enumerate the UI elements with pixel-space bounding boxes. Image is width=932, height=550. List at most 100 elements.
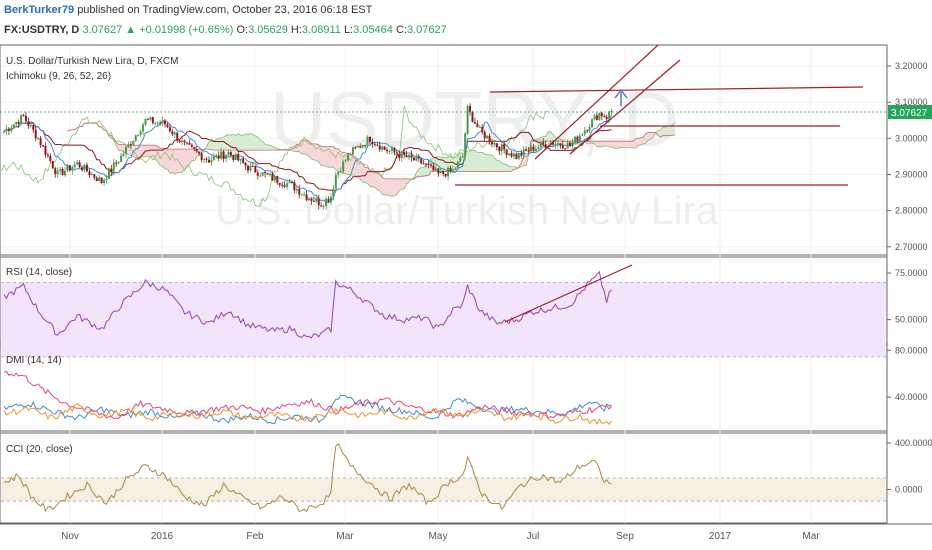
candle-body (183, 140, 186, 143)
candle-body (139, 131, 142, 135)
chart-canvas[interactable]: USDTRY, D U.S. Dollar/Turkish New Lira 7… (0, 44, 932, 550)
candle-body (7, 128, 10, 131)
candle-body (156, 122, 159, 124)
candle-body (451, 169, 454, 172)
time-axis-label: Mar (336, 531, 354, 542)
candle-body (454, 168, 457, 170)
candle-body (42, 145, 45, 147)
ichimoku-cloud-segment (623, 141, 627, 148)
candle-body (268, 173, 271, 175)
candle-body (354, 147, 357, 149)
indicator-axis-label: 80.0000 (895, 345, 928, 355)
candle-body (64, 170, 66, 176)
ichimoku-cloud-segment (484, 153, 488, 172)
candle-body (144, 118, 147, 125)
candle-body (288, 181, 291, 184)
indicator-axis-label: 0.0000 (895, 484, 923, 494)
candle-body (107, 168, 110, 180)
candle-body (603, 116, 606, 118)
indicator-band (1, 477, 886, 502)
candle-body (412, 157, 415, 161)
candle-body (525, 149, 528, 151)
candle-body (517, 153, 520, 159)
candle-body (334, 174, 337, 189)
candle-body (593, 115, 596, 120)
ichimoku-cloud-segment (174, 149, 178, 174)
author-link[interactable]: BerkTurker79 (4, 4, 74, 16)
time-axis-label: Nov (61, 531, 79, 542)
quote-line: FX:USDTRY, D 3.07627 ▲ +0.01998 (+0.65%)… (4, 24, 447, 36)
candle-body (178, 140, 181, 143)
watermark-name: U.S. Dollar/Turkish New Lira (215, 189, 719, 233)
candle-body (88, 171, 91, 176)
ichimoku-cloud-segment (479, 152, 483, 172)
candle-body (469, 106, 472, 112)
ichimoku-cloud-segment (228, 134, 231, 151)
candle-body (110, 168, 113, 172)
ichimoku-cloud-segment (477, 152, 480, 172)
candle-body (71, 167, 74, 171)
candle-body (491, 142, 493, 145)
minus-di-line (3, 370, 612, 420)
time-axis-label: May (429, 531, 448, 542)
candle-body (434, 168, 437, 171)
candle-body (142, 124, 145, 132)
candle-body (483, 131, 486, 139)
candle-body (605, 116, 608, 119)
adx-line (3, 403, 612, 426)
candle-body (273, 176, 276, 181)
candle-body (293, 182, 296, 191)
candle-body (117, 161, 120, 163)
candle-body (242, 158, 245, 163)
candle-body (308, 198, 310, 200)
candle-body (578, 135, 581, 141)
candle-body (198, 151, 201, 154)
candle-body (20, 115, 23, 124)
publish-line: BerkTurker79 published on TradingView.co… (4, 4, 372, 16)
ichimoku-cloud-segment (208, 141, 212, 150)
candle-body (461, 156, 464, 158)
candle-body (376, 144, 379, 146)
open-label: O: (236, 24, 249, 36)
low-value: 3.05464 (353, 24, 393, 36)
candle-body (122, 153, 125, 156)
ichimoku-cloud-segment (387, 178, 390, 197)
ichimoku-cloud-segment (265, 144, 268, 151)
candle-body (427, 163, 430, 165)
candle-body (3, 131, 5, 133)
candle-body (359, 146, 362, 148)
candle-body (327, 198, 330, 202)
rsi-pane-title: RSI (14, close) (6, 267, 72, 278)
high-value: 3.08911 (301, 24, 341, 36)
ichimoku-cloud-segment (548, 131, 551, 142)
ichimoku-cloud-segment (260, 140, 263, 151)
candle-body (466, 106, 469, 134)
candle-body (512, 153, 515, 157)
candle-body (68, 165, 71, 171)
candle-body (405, 155, 408, 158)
candle-body (125, 146, 127, 154)
candle-body (361, 144, 364, 148)
open-value: 3.05629 (248, 24, 288, 36)
ichimoku-cloud-segment (609, 141, 612, 147)
price-axis-label: 2.70000 (895, 242, 928, 252)
candle-body (290, 181, 293, 183)
last-price-tag-label: 3.07627 (891, 108, 928, 119)
candle-body (437, 168, 440, 174)
candle-body (539, 142, 542, 148)
candle-body (85, 164, 88, 172)
publish-info: published on TradingView.com, October 23… (77, 4, 373, 16)
candle-body (415, 156, 418, 161)
candle-body (22, 115, 25, 117)
ichimoku-cloud-segment (496, 160, 500, 172)
candle-body (347, 154, 350, 161)
ichimoku-cloud-segment (504, 164, 507, 172)
candle-body (200, 153, 203, 160)
candle-body (276, 176, 279, 183)
candle-body (395, 152, 398, 155)
candle-body (56, 170, 59, 174)
candle-body (595, 115, 598, 120)
indicator-band (1, 282, 886, 357)
candle-body (186, 142, 188, 144)
ichimoku-cloud-segment (389, 178, 392, 197)
